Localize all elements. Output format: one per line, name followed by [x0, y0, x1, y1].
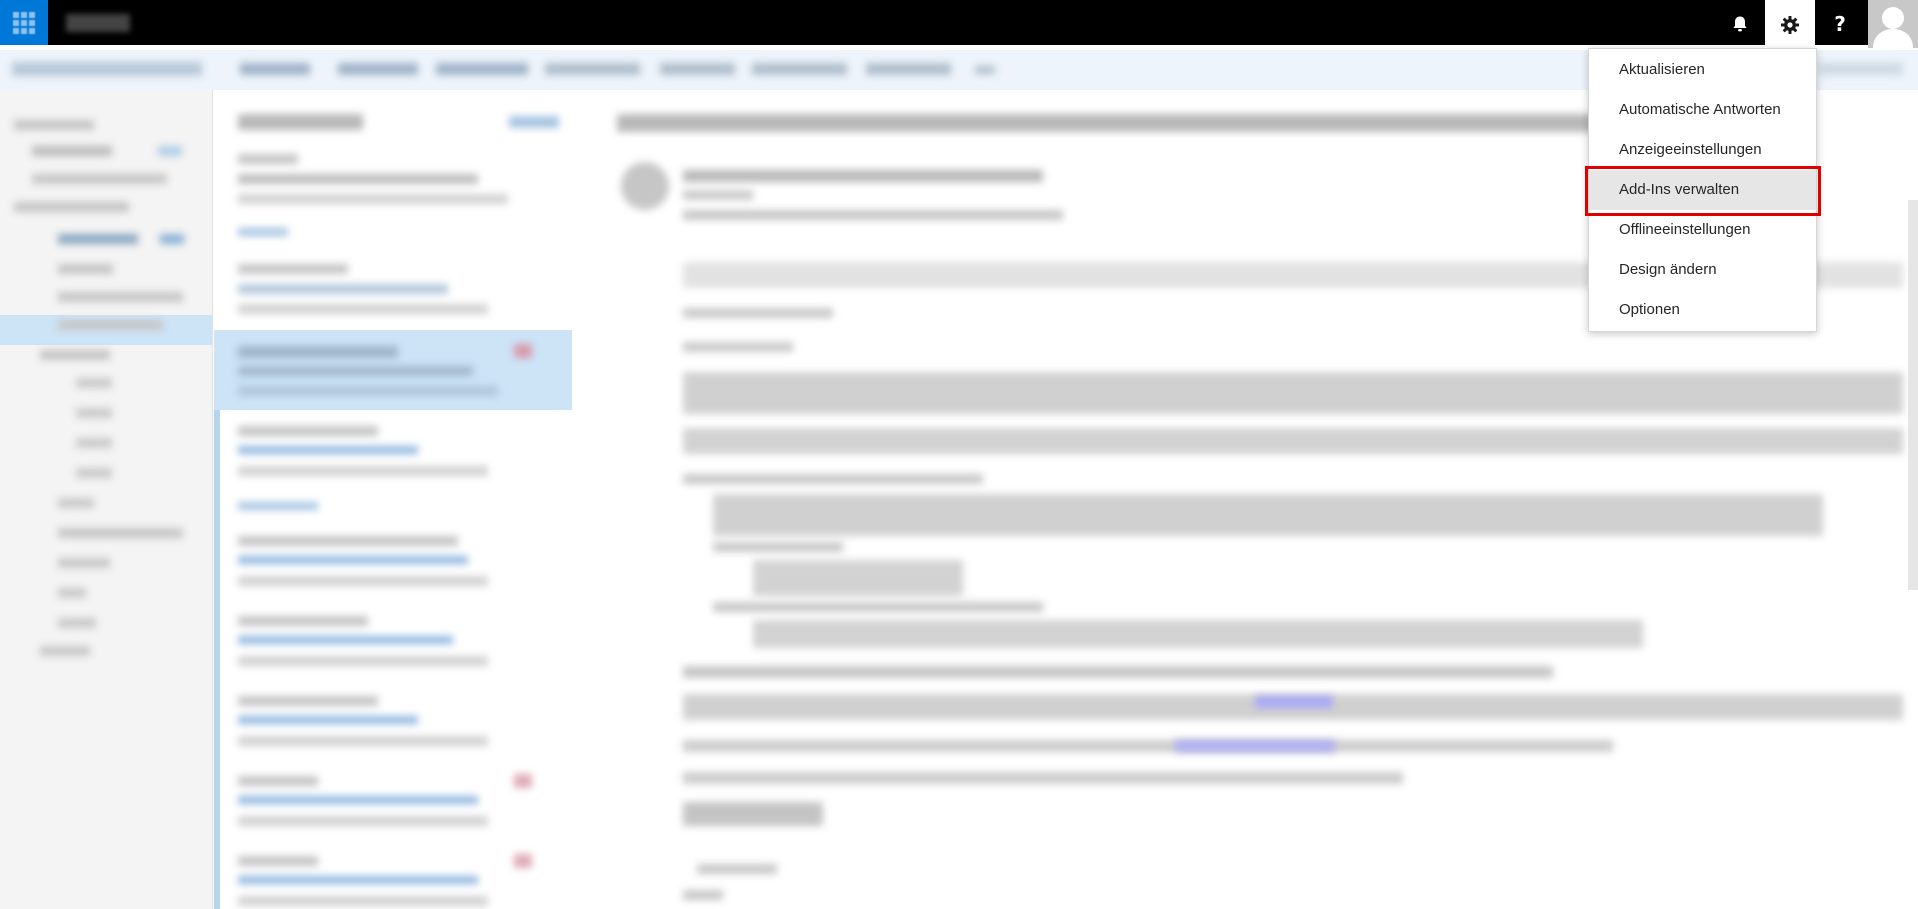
more-button-blurred: [975, 66, 995, 74]
new-button-blurred: [240, 63, 310, 75]
toolbar-button-blurred: [752, 63, 847, 75]
search-box-blurred: [12, 62, 202, 76]
message-list-blurred: [214, 90, 572, 909]
menu-item-anzeigeeinstellungen[interactable]: Anzeigeeinstellungen: [1589, 130, 1816, 170]
app-name-blurred: [66, 14, 130, 32]
folder-pane-blurred: [0, 90, 213, 909]
scrollbar[interactable]: [1908, 200, 1918, 590]
account-avatar[interactable]: [1868, 0, 1918, 48]
app-launcher-button[interactable]: [0, 0, 48, 45]
toolbar-button-blurred: [436, 63, 528, 75]
settings-button[interactable]: [1765, 0, 1815, 49]
help-icon: ?: [1834, 12, 1846, 36]
toolbar-button-blurred: [660, 63, 735, 75]
notifications-button[interactable]: [1715, 0, 1765, 48]
toolbar-button-blurred: [338, 63, 418, 75]
toolbar-button-blurred: [866, 63, 951, 75]
bell-icon: [1733, 16, 1747, 32]
gear-icon: [1781, 15, 1799, 34]
top-bar: ?: [0, 0, 1918, 49]
menu-item-optionen[interactable]: Optionen: [1589, 290, 1816, 330]
settings-menu: Aktualisieren Automatische Antworten Anz…: [1588, 48, 1817, 332]
menu-item-add-ins-verwalten[interactable]: Add-Ins verwalten: [1589, 170, 1816, 210]
toolbar-button-blurred: [1818, 63, 1903, 75]
menu-item-aktualisieren[interactable]: Aktualisieren: [1589, 50, 1816, 90]
menu-item-automatische-antworten[interactable]: Automatische Antworten: [1589, 90, 1816, 130]
waffle-icon: [13, 11, 35, 34]
toolbar-button-blurred: [545, 63, 640, 75]
subject-blurred: [617, 114, 1617, 132]
help-button[interactable]: ?: [1815, 0, 1865, 48]
menu-item-design-aendern[interactable]: Design ändern: [1589, 250, 1816, 290]
person-icon: [1873, 7, 1913, 48]
sender-avatar-blurred: [621, 162, 669, 210]
menu-item-offlineeinstellungen[interactable]: Offlineeinstellungen: [1589, 210, 1816, 250]
